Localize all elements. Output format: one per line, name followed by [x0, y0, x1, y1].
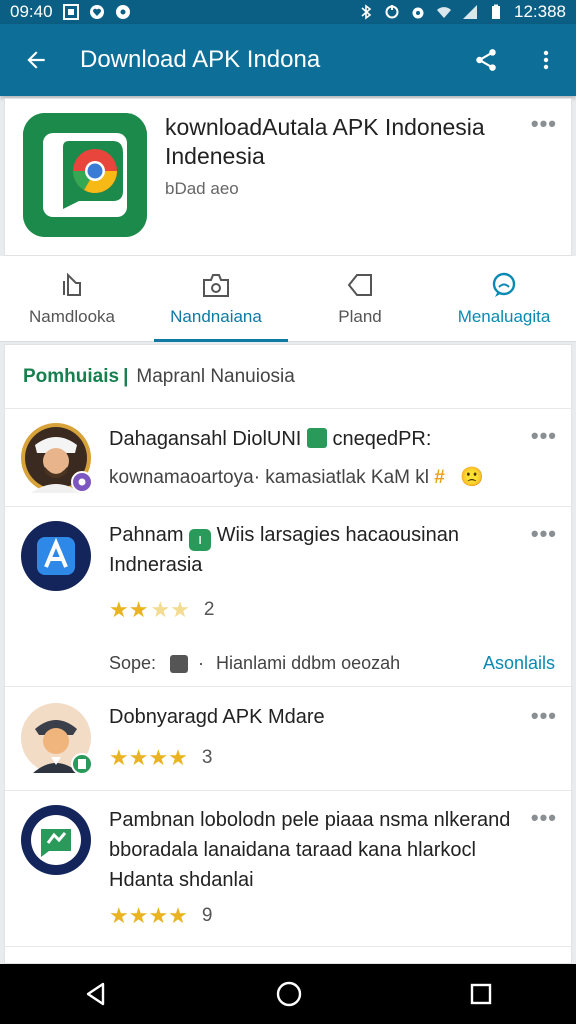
signal-icon	[463, 5, 477, 19]
nav-recents-icon[interactable]	[469, 982, 493, 1006]
share-icon	[476, 49, 496, 71]
arrow-back-icon	[27, 51, 45, 69]
download-icon	[63, 272, 81, 296]
folder-icon	[170, 654, 189, 673]
section-separator: |	[123, 365, 129, 387]
avatar	[21, 703, 93, 775]
tab-pland[interactable]: Pland	[288, 256, 432, 341]
app-name: kownloadAutala APK Indonesia Indenesia	[165, 114, 485, 169]
item-more-button[interactable]: •••	[531, 805, 557, 831]
overflow-menu-button[interactable]	[516, 24, 576, 96]
heart-icon	[89, 5, 104, 19]
section-header: Pomhuiais | Mapranl Nanuiosia	[5, 345, 571, 409]
app-icon	[23, 113, 147, 237]
item-subtitle: kownamaoartoya· kamasiatlak KaM kl # 🙁	[109, 467, 484, 488]
status-clock: 12:388	[514, 2, 566, 21]
item-more-button[interactable]: •••	[531, 521, 557, 547]
avatar	[21, 805, 91, 875]
rating-stars: ★★★★ 3	[109, 745, 213, 770]
item-more-button[interactable]: •••	[531, 423, 557, 449]
back-button[interactable]	[0, 24, 72, 96]
section-title: Pomhuiais	[23, 365, 120, 387]
nav-back-icon[interactable]	[83, 981, 109, 1007]
avatar	[21, 521, 91, 591]
app-subtitle: bDad aeo	[165, 179, 239, 198]
tab-label: Nandnaiana	[170, 306, 262, 326]
image-icon	[62, 4, 79, 20]
camera-icon	[203, 273, 229, 297]
badge-icon	[71, 753, 93, 775]
tag-icon	[347, 273, 372, 296]
hash-icon: #	[434, 467, 445, 488]
app-card[interactable]: kownloadAutala APK Indonesia Indenesia b…	[4, 98, 572, 256]
tab-namdlooka[interactable]: Namdlooka	[0, 256, 144, 341]
app-bar: Download APK Indona	[0, 24, 576, 96]
alarm-icon	[412, 7, 424, 19]
status-time: 09:40	[10, 2, 53, 21]
system-nav-bar	[0, 964, 576, 1024]
battery-icon	[492, 4, 500, 19]
badge-icon	[71, 471, 93, 493]
rating-count: 9	[201, 905, 213, 926]
chat-icon	[115, 5, 130, 19]
verified-icon: ı	[189, 529, 212, 551]
item-title: Dobnyaragd APK Mdare	[109, 706, 325, 728]
list-item[interactable]: Pambnan lobolodn pele piaaa nsma nlkeran…	[5, 791, 571, 947]
item-title: Pahnam ı Wiis larsagies hacaousinan Indn…	[109, 524, 459, 576]
item-title: Pambnan lobolodn pele piaaa nsma nlkeran…	[109, 809, 511, 891]
share-button[interactable]	[456, 24, 516, 96]
tab-bar: Namdlooka Nandnaiana Pland Menaluagita	[0, 256, 576, 342]
tab-label: Pland	[338, 306, 382, 326]
list-item[interactable]: Pahnam ı Wiis larsagies hacaousinan Indn…	[5, 507, 571, 687]
tab-menaluagita[interactable]: Menaluagita	[432, 256, 576, 341]
sync-icon	[385, 5, 399, 19]
list-item[interactable]: Dahagansahl DiolUNI cneqedPR: kownamaoar…	[5, 409, 571, 507]
wifi-icon	[437, 7, 451, 18]
avatar	[21, 423, 93, 493]
status-bar: 09:40 12:388	[0, 0, 576, 24]
app-card-more-button[interactable]: •••	[531, 111, 557, 137]
bluetooth-icon	[361, 4, 372, 20]
tab-label: Namdlooka	[29, 306, 115, 326]
rating-stars: ★★★★ 9	[109, 903, 213, 928]
list-item[interactable]: Dobnyaragd APK Mdare ★★★★ 3 •••	[5, 687, 571, 791]
app-bar-title: Download APK Indona	[80, 46, 321, 73]
content-panel: Pomhuiais | Mapranl Nanuiosia Dahagansah…	[4, 344, 572, 964]
more-vert-icon	[543, 50, 549, 70]
badge-inline-icon	[306, 428, 327, 448]
item-title: Dahagansahl DiolUNI cneqedPR:	[109, 428, 432, 450]
nav-home-icon[interactable]	[275, 980, 303, 1008]
rating-stars: ★★ ★★ 2	[109, 597, 215, 622]
section-subtitle: Mapranl Nanuiosia	[136, 365, 295, 387]
tab-label: Menaluagita	[457, 306, 551, 326]
tab-nandnaiana[interactable]: Nandnaiana	[144, 256, 288, 342]
rating-count: 2	[203, 599, 215, 620]
item-action-link[interactable]: Asonlails	[483, 653, 555, 674]
chat-bubble-icon	[492, 272, 516, 297]
emoji-icon: 🙁	[460, 467, 484, 488]
item-more-button[interactable]: •••	[531, 703, 557, 729]
rating-count: 3	[201, 747, 213, 768]
